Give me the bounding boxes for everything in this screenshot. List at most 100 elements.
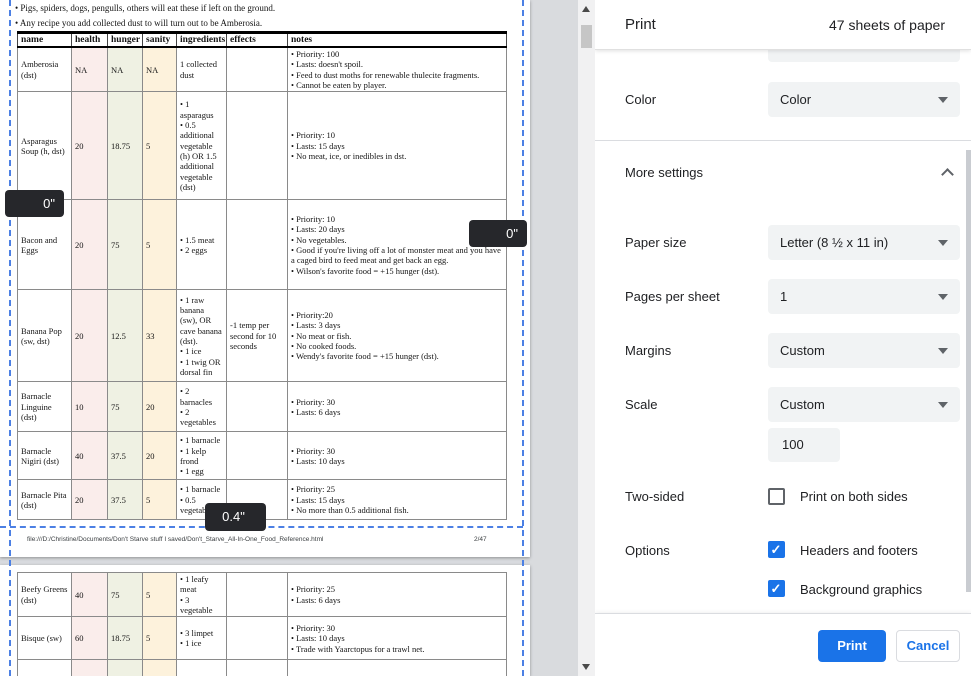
column-header: health xyxy=(71,31,108,48)
cancel-button[interactable]: Cancel xyxy=(896,630,960,662)
cell-sanity: 5 xyxy=(142,616,177,661)
cell-name: Asparagus Soup (h, dst) xyxy=(17,91,72,201)
left-margin-line[interactable] xyxy=(9,0,11,676)
scroll-up-icon[interactable] xyxy=(582,6,590,12)
cell-effects xyxy=(226,571,288,618)
cell-hunger: 37.5 xyxy=(107,479,143,521)
cell-sanity: 20 xyxy=(142,431,177,481)
headers-footers-checkbox[interactable] xyxy=(768,541,785,558)
cell-effects xyxy=(226,199,288,291)
table-header-row: name health hunger sanity ingredients effects… xyxy=(17,31,507,48)
cell-sanity: NA xyxy=(142,46,177,93)
preview-page-2: Beefy Greens (dst) 40 75 5 • 1 leafy meat • … xyxy=(0,565,530,676)
two-sided-label: Two-sided xyxy=(625,489,685,504)
headers-footers-label: Headers and footers xyxy=(800,543,918,558)
chevron-down-icon xyxy=(938,402,948,408)
cell-name: Bisque (sw) xyxy=(17,616,72,661)
cell-notes: • Priority: 30 • Lasts: 10 days xyxy=(287,431,507,481)
cell-name: Beefy Greens (dst) xyxy=(17,571,72,618)
paper-size-select[interactable]: Letter (8 ½ x 11 in) xyxy=(768,225,960,260)
more-settings-toggle[interactable]: More settings xyxy=(595,152,966,192)
food-table-header: name health hunger sanity ingredients effects… xyxy=(17,31,507,48)
right-margin-line[interactable] xyxy=(522,0,524,676)
cell-ingredients: • 1 raw banana (sw), OR cave banana (dst… xyxy=(176,289,227,383)
paper-size-value: Letter (8 ½ x 11 in) xyxy=(780,235,889,250)
cell-name: Amberosia (dst) xyxy=(17,46,72,93)
cell-ingredients: • 0.5 meat • 2 ice xyxy=(176,659,227,676)
pages-select-partial[interactable] xyxy=(768,50,960,62)
cell-name: Banana Pop (sw, dst) xyxy=(17,289,72,383)
scroll-down-icon[interactable] xyxy=(582,664,590,670)
background-graphics-label: Background graphics xyxy=(800,582,923,597)
right-margin-handle[interactable]: 0" xyxy=(469,220,527,247)
cell-sanity: 5 xyxy=(142,91,177,201)
dialog-title: Print xyxy=(625,16,656,33)
cell-effects xyxy=(226,46,288,93)
table-row: Beefy Greens (dst) 40 75 5 • 1 leafy meat • … xyxy=(17,571,507,618)
print-button[interactable]: Print xyxy=(818,630,886,662)
cell-hunger: 37.5 xyxy=(107,431,143,481)
list-item: • Pigs, spiders, dogs, pengulls, others … xyxy=(15,3,276,13)
pages-per-sheet-select[interactable]: 1 xyxy=(768,279,960,314)
preview-scrollbar[interactable] xyxy=(578,0,595,676)
background-graphics-checkbox[interactable] xyxy=(768,580,785,597)
cell-notes: • Priority: 10 • Lasts: 15 days • No mea… xyxy=(287,91,507,201)
scale-percent-input[interactable]: 100 xyxy=(768,428,840,462)
chevron-down-icon xyxy=(938,348,948,354)
cell-ingredients: • 1.5 meat • 2 eggs xyxy=(176,199,227,291)
scale-select-value: Custom xyxy=(780,397,825,412)
cell-notes: • Priority: 30 • Lasts: 10 days • Trade … xyxy=(287,616,507,661)
cell-notes: • Priority: 25 • Lasts: 15 days • No mor… xyxy=(287,479,507,521)
left-margin-handle[interactable]: 0" xyxy=(5,190,64,217)
print-both-sides-checkbox[interactable] xyxy=(768,488,785,505)
pages-per-sheet-label: Pages per sheet xyxy=(625,289,720,304)
cell-sanity: 5 xyxy=(142,479,177,521)
column-header: name xyxy=(17,31,72,48)
pages-per-sheet-value: 1 xyxy=(780,289,788,304)
scale-select[interactable]: Custom xyxy=(768,387,960,422)
column-header: ingredients xyxy=(176,31,227,48)
cell-name: Bunny Stew (dst) xyxy=(17,659,72,676)
sheet-count: 47 sheets of paper xyxy=(829,17,945,33)
cell-health: 40 xyxy=(71,571,108,618)
list-item: • Any recipe you add collected dust to w… xyxy=(15,17,263,28)
cell-hunger: 37.5 xyxy=(107,659,143,676)
table-row: Asparagus Soup (h, dst) 20 18.75 5 • 1 aspar… xyxy=(17,91,507,201)
table-row: Barnacle Linguine (dst) 10 75 20 • 2 barnacl… xyxy=(17,381,507,433)
table-row: Amberosia (dst) NA NA NA 1 collected dust • P… xyxy=(17,46,507,93)
print-footer-url: file:///D:/Christine/Documents/Don't Sta… xyxy=(27,536,324,543)
margins-select[interactable]: Custom xyxy=(768,333,960,368)
color-select[interactable]: Color xyxy=(768,82,960,117)
print-both-sides-label: Print on both sides xyxy=(800,489,908,504)
cell-ingredients: • 1 asparagus • 0.5 additional vegetable… xyxy=(176,91,227,201)
preview-scrollbar-thumb[interactable] xyxy=(581,25,592,48)
cell-ingredients: • 3 limpet • 1 ice xyxy=(176,616,227,661)
cell-notes: • Priority:20 • Lasts: 3 days • No meat … xyxy=(287,289,507,383)
cell-notes: • Priority: 1 • Lasts: 10 days xyxy=(287,659,507,676)
cell-health: 60 xyxy=(71,616,108,661)
cell-name: Barnacle Nigiri (dst) xyxy=(17,431,72,481)
bottom-margin-handle[interactable]: 0.4" xyxy=(205,503,266,531)
more-settings-label: More settings xyxy=(625,165,704,180)
options-label: Options xyxy=(625,543,670,558)
cell-sanity: 33 xyxy=(142,289,177,383)
cell-effects: +5 temp over 5 seconds xyxy=(226,659,288,676)
panel-scrollbar-thumb[interactable] xyxy=(966,150,971,592)
cell-sanity: 5 xyxy=(142,571,177,618)
cell-hunger: 75 xyxy=(107,199,143,291)
print-preview-area: • Pigs, spiders, dogs, pengulls, others … xyxy=(0,0,578,676)
cell-health: 10 xyxy=(71,381,108,433)
margins-value: Custom xyxy=(780,343,825,358)
food-table-page2: Beefy Greens (dst) 40 75 5 • 1 leafy meat • … xyxy=(17,571,507,676)
cell-ingredients: • 2 barnacles • 2 vegetables xyxy=(176,381,227,433)
column-header: effects xyxy=(226,31,288,48)
table-row: Bunny Stew (dst)2037.55• 0.5 meat • 2 ic… xyxy=(17,659,507,676)
print-dialog: • Pigs, spiders, dogs, pengulls, others … xyxy=(0,0,971,676)
color-label: Color xyxy=(625,92,657,107)
cell-ingredients: • 1 barnacle • 1 kelp frond • 1 egg xyxy=(176,431,227,481)
preview-page-1: • Pigs, spiders, dogs, pengulls, others … xyxy=(0,0,530,557)
margins-label: Margins xyxy=(625,343,672,358)
cell-ingredients: • 1 leafy meat • 3 vegetable xyxy=(176,571,227,618)
cell-sanity: 20 xyxy=(142,381,177,433)
table-row: Banana Pop (sw, dst) 20 12.5 33 • 1 raw bana… xyxy=(17,289,507,383)
